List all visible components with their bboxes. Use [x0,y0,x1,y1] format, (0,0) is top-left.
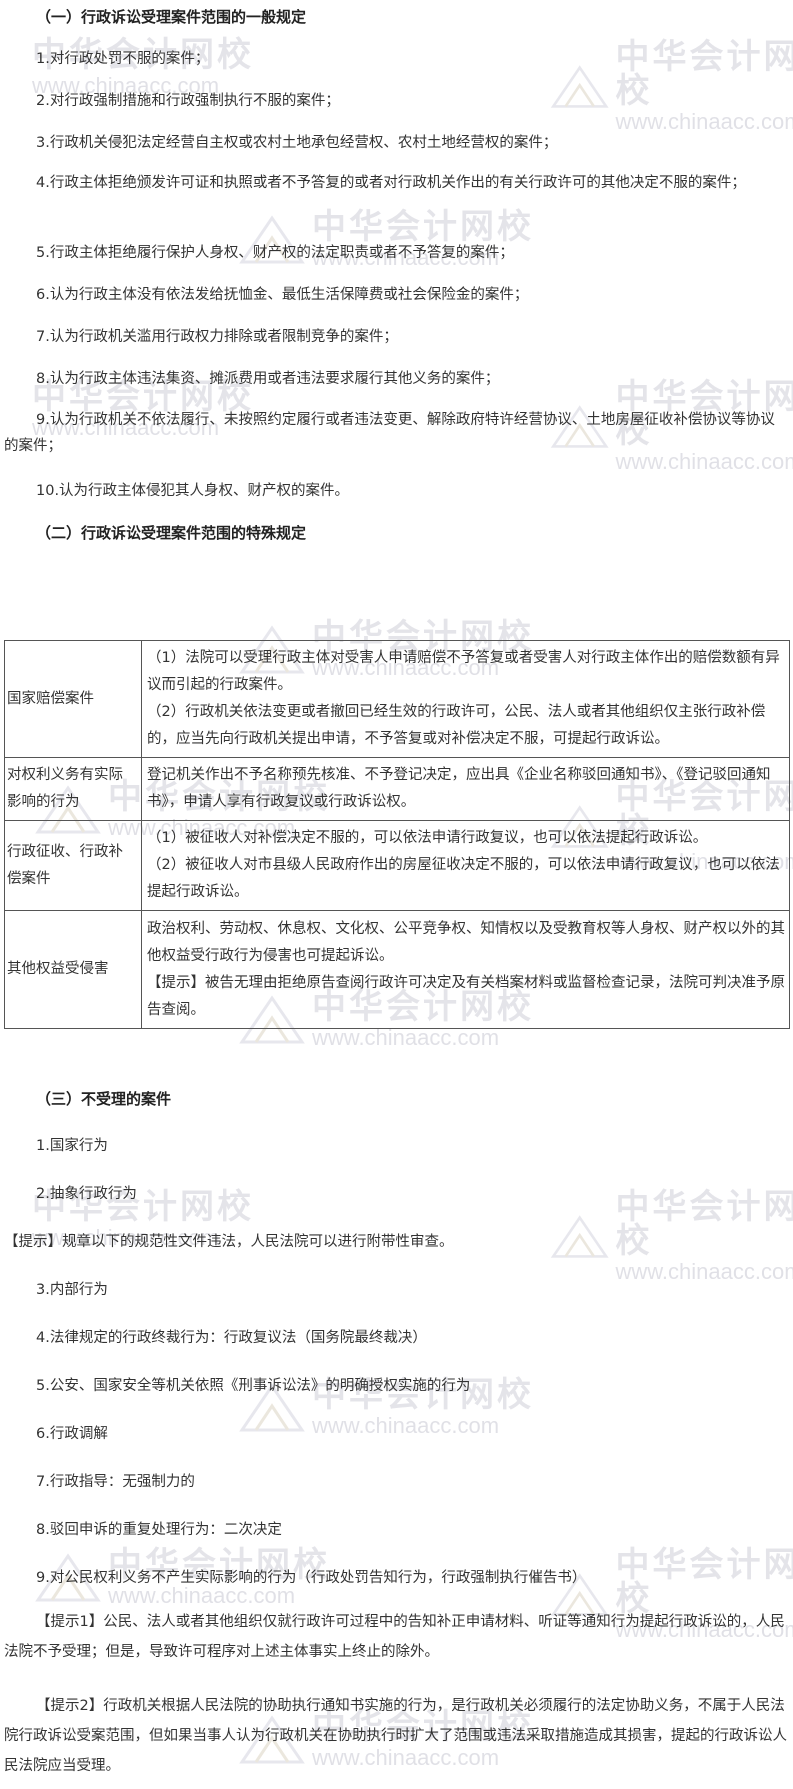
table-value-cell: （1）法院可以受理行政主体对受害人申请赔偿不予答复或者受害人对行政主体作出的赔偿… [141,640,790,758]
list-item: 8.认为行政主体违法集资、摊派费用或者违法要求履行其他义务的案件； [36,371,500,387]
table-key-cell: 国家赔偿案件 [4,640,142,758]
special-rules-table: 国家赔偿案件 （1）法院可以受理行政主体对受害人申请赔偿不予答复或者受害人对行政… [4,640,790,1029]
list-item: 6.行政调解 [36,1426,108,1442]
list-item: 4.行政主体拒绝颁发许可证和执照或者不予答复的或者对行政机关作出的有关行政许可的… [36,175,746,191]
list-item: 6.认为行政主体没有依法发给抚恤金、最低生活保障费或社会保险金的案件； [36,287,529,303]
document-page: 中华会计网校 www.chinaacc.com 中华会计网校 www.chinaac… [0,0,793,1789]
table-row: 国家赔偿案件 （1）法院可以受理行政主体对受害人申请赔偿不予答复或者受害人对行政… [4,640,790,758]
table-key-cell: 行政征收、行政补偿案件 [4,820,142,911]
list-item: 1.国家行为 [36,1138,108,1154]
list-item: 3.行政机关侵犯法定经营自主权或农村土地承包经营权、农村土地经营权的案件； [36,135,558,151]
tip-note: 【提示2】行政机关根据人民法院的协助执行通知书实施的行为，是行政机关必须履行的法… [4,1698,787,1774]
list-item: 7.认为行政机关滥用行政权力排除或者限制竞争的案件； [36,329,398,345]
list-item: 5.公安、国家安全等机关依照《刑事诉讼法》的明确授权实施的行为 [36,1378,471,1394]
list-item: 9.认为行政机关不依法履行、未按照约定履行或者违法变更、解除政府特许经营协议、土… [4,412,775,454]
table-key-cell: 对权利义务有实际影响的行为 [4,757,142,821]
section-heading: （二）行政诉讼受理案件范围的特殊规定 [36,524,307,542]
list-item: 10.认为行政主体侵犯其人身权、财产权的案件。 [36,483,350,499]
watermark-url: www.chinaacc.com [615,109,793,134]
table-row: 其他权益受侵害 政治权利、劳动权、休息权、文化权、公平竞争权、知情权以及受教育权… [4,910,790,1029]
cell-line: （2）被征收人对市县级人民政府作出的房屋征收决定不服的，可以依法申请行政复议，也… [147,857,780,900]
cell-line: （2）行政机关依法变更或者撤回已经生效的行政许可，公民、法人或者其他组织仅主张行… [147,704,766,747]
list-item: 2.对行政强制措施和行政强制执行不服的案件； [36,93,340,109]
table-key-cell: 其他权益受侵害 [4,910,142,1029]
tip-note: 【提示】规章以下的规范性文件违法，人民法院可以进行附带性审查。 [4,1234,454,1250]
list-item: 9.对公民权利义务不产生实际影响的行为（行政处罚告知行为，行政强制执行催告书） [36,1570,587,1586]
watermark-text: 中华会计网校 [312,207,534,247]
section-heading: （一）行政诉讼受理案件范围的一般规定 [36,8,307,26]
list-item: 5.行政主体拒绝履行保护人身权、财产权的法定职责或者不予答复的案件； [36,245,514,261]
table-value-cell: 登记机关作出不予名称预先核准、不予登记决定，应出具《企业名称驳回通知书》、《登记… [141,757,790,821]
watermark-url: www.chinaacc.com [312,1025,500,1050]
cell-line: 【提示】被告无理由拒绝原告查阅行政许可决定及有关档案材料或监督检查记录，法院可判… [147,974,785,1018]
list-item: 8.驳回申诉的重复处理行为：二次决定 [36,1522,282,1538]
table-row: 对权利义务有实际影响的行为 登记机关作出不予名称预先核准、不予登记决定，应出具《… [4,757,790,821]
list-item: 4.法律规定的行政终裁行为：行政复议法（国务院最终裁决） [36,1330,427,1346]
list-item: 3.内部行为 [36,1282,108,1298]
table-value-cell: 政治权利、劳动权、休息权、文化权、公平竞争权、知情权以及受教育权等人身权、财产权… [141,910,790,1029]
table-row: 行政征收、行政补偿案件 （1）被征收人对补偿决定不服的，可以依法申请行政复议，也… [4,820,790,911]
cell-line: 登记机关作出不予名称预先核准、不予登记决定，应出具《企业名称驳回通知书》、《登记… [147,767,771,810]
cell-line: 政治权利、劳动权、休息权、文化权、公平竞争权、知情权以及受教育权等人身权、财产权… [147,920,785,964]
list-item: 7.行政指导：无强制力的 [36,1474,195,1490]
cell-line: （1）法院可以受理行政主体对受害人申请赔偿不予答复或者受害人对行政主体作出的赔偿… [147,650,780,693]
list-item: 1.对行政处罚不服的案件； [36,51,210,67]
list-item: 2.抽象行政行为 [36,1186,137,1202]
tip-note: 【提示1】公民、法人或者其他组织仅就行政许可过程中的告知补正申请材料、听证等通知… [4,1614,785,1660]
section-heading: （三）不受理的案件 [36,1090,172,1108]
table-value-cell: （1）被征收人对补偿决定不服的，可以依法申请行政复议，也可以依法提起行政诉讼。 … [141,820,790,911]
cell-line: （1）被征收人对补偿决定不服的，可以依法申请行政复议，也可以依法提起行政诉讼。 [147,830,708,846]
